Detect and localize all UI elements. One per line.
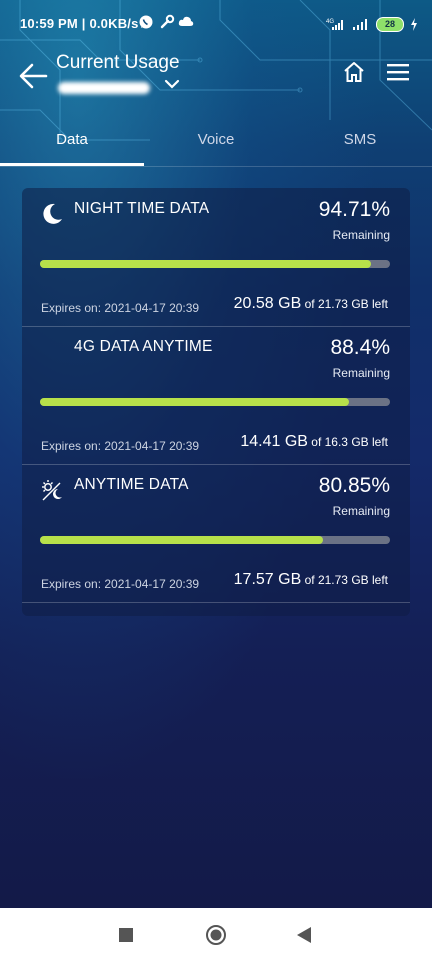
expiry-text: Expires on: 2021-04-17 20:39	[41, 301, 200, 315]
usage-tabs: Data Voice SMS	[0, 120, 432, 167]
plan-percent: 94.71%	[318, 198, 390, 221]
charging-icon	[411, 17, 417, 31]
plan-row[interactable]: 4G DATA ANYTIME 88.4% Remaining Expires …	[22, 326, 410, 465]
plan-name: ANYTIME DATA	[74, 476, 189, 493]
page-title: Current Usage	[56, 52, 180, 73]
data-left: 20.58 GB of 21.73 GB left	[233, 295, 388, 312]
app-screen: 10:59 PM | 0.0KB/s 4G 28 Current Usage D…	[0, 0, 432, 908]
plan-name: 4G DATA ANYTIME	[74, 338, 213, 355]
plan-name: NIGHT TIME DATA	[74, 200, 210, 217]
plan-row[interactable]: NIGHT TIME DATA 94.71% Remaining Expires…	[22, 188, 410, 327]
tab-voice[interactable]: Voice	[144, 120, 288, 164]
hamburger-menu-icon[interactable]	[386, 62, 410, 82]
signal-icon	[353, 19, 367, 30]
app-header: Current Usage	[0, 48, 432, 110]
remaining-label: Remaining	[332, 366, 390, 380]
plan-percent: 80.85%	[318, 474, 390, 497]
status-bar: 10:59 PM | 0.0KB/s 4G 28	[0, 0, 432, 48]
data-usage-card: NIGHT TIME DATA 94.71% Remaining Expires…	[22, 188, 410, 616]
battery-indicator: 28	[376, 16, 404, 32]
moon-icon	[43, 203, 62, 224]
recents-square-icon[interactable]	[119, 928, 133, 942]
cloud-icon	[178, 16, 194, 26]
signal-4g-icon: 4G	[326, 19, 343, 30]
progress-fill	[40, 260, 372, 268]
status-time: 10:59 PM | 0.0KB/s	[20, 16, 139, 31]
system-nav-bar	[0, 908, 432, 960]
svg-text:4G: 4G	[326, 19, 334, 25]
tab-sms[interactable]: SMS	[288, 120, 432, 164]
remaining-label: Remaining	[332, 228, 390, 242]
day-night-icon	[42, 480, 62, 501]
progress-fill	[40, 398, 350, 406]
chevron-down-icon[interactable]	[164, 78, 180, 90]
progress-fill	[40, 536, 323, 544]
plan-row[interactable]: ANYTIME DATA 80.85% Remaining Expires on…	[22, 464, 410, 603]
status-right: 4G 28	[326, 14, 418, 34]
tab-data[interactable]: Data	[0, 120, 144, 166]
back-arrow-icon[interactable]	[18, 62, 50, 90]
progress-bar	[40, 398, 390, 406]
home-circle-icon[interactable]	[205, 924, 227, 946]
redacted-account-name	[58, 82, 150, 94]
progress-bar	[40, 536, 390, 544]
plan-percent: 88.4%	[330, 336, 390, 359]
remaining-label: Remaining	[332, 504, 390, 518]
back-triangle-icon[interactable]	[297, 927, 311, 943]
wrench-icon	[160, 14, 175, 29]
data-left: 17.57 GB of 21.73 GB left	[233, 571, 388, 588]
data-left: 14.41 GB of 16.3 GB left	[240, 433, 388, 450]
progress-bar	[40, 260, 390, 268]
expiry-text: Expires on: 2021-04-17 20:39	[41, 439, 200, 453]
home-icon[interactable]	[342, 60, 366, 84]
expiry-text: Expires on: 2021-04-17 20:39	[41, 577, 200, 591]
whatsapp-icon	[139, 15, 153, 29]
